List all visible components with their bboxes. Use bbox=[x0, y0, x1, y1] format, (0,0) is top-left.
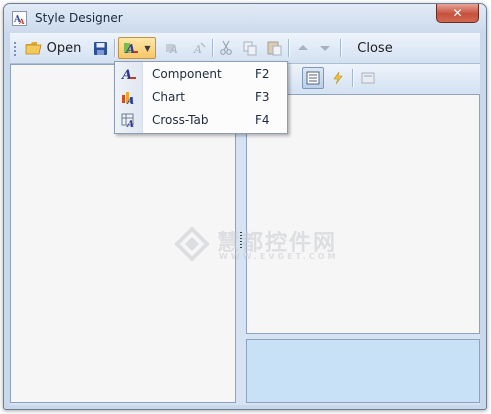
menu-item-label: Component bbox=[152, 67, 222, 81]
toolbar-separator bbox=[340, 39, 342, 57]
open-button[interactable]: Open bbox=[22, 37, 84, 59]
style-disabled-icon: A bbox=[165, 40, 181, 56]
menu-item-shortcut: F4 bbox=[255, 113, 270, 127]
main-toolbar: Open A ▼ A A Close bbox=[10, 33, 480, 64]
style-disabled-icon: A bbox=[191, 40, 207, 56]
watermark-logo-icon bbox=[175, 227, 209, 261]
svg-text:A: A bbox=[121, 68, 132, 82]
menu-item-component[interactable]: A Component F2 bbox=[115, 63, 287, 86]
move-down-button[interactable] bbox=[316, 37, 334, 59]
open-label: Open bbox=[46, 40, 82, 56]
menu-item-label: Cross-Tab bbox=[152, 113, 209, 127]
close-icon: ✕ bbox=[452, 6, 463, 20]
cut-icon bbox=[219, 40, 233, 56]
copy-icon bbox=[243, 41, 258, 56]
property-pages-button[interactable] bbox=[358, 67, 378, 89]
menu-item-chart[interactable]: A Chart F3 bbox=[115, 86, 287, 109]
close-button[interactable]: Close bbox=[348, 37, 402, 59]
description-panel bbox=[246, 339, 480, 403]
cut-button[interactable] bbox=[216, 37, 236, 59]
toolbar-separator bbox=[288, 39, 290, 57]
toolbar-separator bbox=[212, 39, 214, 57]
open-folder-icon bbox=[25, 40, 43, 56]
move-down-icon bbox=[319, 43, 331, 53]
menu-item-label: Chart bbox=[152, 90, 185, 104]
watermark-url: WWW.EVGET.COM bbox=[219, 252, 339, 261]
app-icon: A A bbox=[12, 11, 27, 26]
toolbar-grip[interactable] bbox=[14, 42, 16, 56]
move-up-button[interactable] bbox=[294, 37, 312, 59]
add-style-button[interactable]: A ▼ bbox=[118, 37, 156, 59]
crosstab-style-icon: A bbox=[121, 112, 137, 130]
properties-view-button[interactable] bbox=[302, 67, 324, 89]
save-button[interactable] bbox=[90, 37, 110, 59]
lightning-icon bbox=[332, 71, 344, 85]
add-style-icon: A bbox=[123, 40, 141, 56]
component-style-icon: A bbox=[120, 66, 137, 83]
svg-text:A: A bbox=[193, 43, 202, 56]
svg-text:A: A bbox=[126, 120, 134, 128]
events-button[interactable] bbox=[328, 67, 348, 89]
save-icon bbox=[93, 41, 108, 56]
watermark: 慧都控件网 WWW.EVGET.COM bbox=[175, 223, 345, 269]
chart-style-icon: A bbox=[121, 89, 137, 107]
window-close-button[interactable]: ✕ bbox=[436, 4, 479, 23]
menu-item-shortcut: F2 bbox=[255, 67, 270, 81]
menu-item-shortcut: F3 bbox=[255, 90, 270, 104]
menu-item-cross-tab[interactable]: A Cross-Tab F4 bbox=[115, 109, 287, 132]
paste-icon bbox=[267, 40, 282, 56]
toolbar-separator bbox=[114, 39, 116, 57]
close-label: Close bbox=[357, 40, 393, 56]
svg-text:A: A bbox=[18, 17, 25, 25]
svg-text:A: A bbox=[125, 42, 135, 56]
window-title: Style Designer bbox=[35, 11, 123, 25]
move-up-icon bbox=[297, 43, 309, 53]
title-bar[interactable]: A A Style Designer ✕ bbox=[4, 4, 486, 33]
style-action-button-1[interactable]: A bbox=[162, 37, 184, 59]
toolbar-separator bbox=[352, 69, 354, 87]
property-pages-icon bbox=[361, 71, 375, 85]
copy-button[interactable] bbox=[240, 37, 260, 59]
list-view-icon bbox=[306, 71, 320, 85]
dropdown-arrow-icon[interactable]: ▼ bbox=[144, 44, 150, 53]
style-action-button-2[interactable]: A bbox=[188, 37, 210, 59]
svg-text:A: A bbox=[126, 97, 134, 105]
paste-button[interactable] bbox=[264, 37, 284, 59]
add-style-dropdown-menu: A Component F2 A Chart F3 A Cross-Tab F4 bbox=[114, 61, 288, 134]
svg-text:A: A bbox=[169, 43, 178, 56]
